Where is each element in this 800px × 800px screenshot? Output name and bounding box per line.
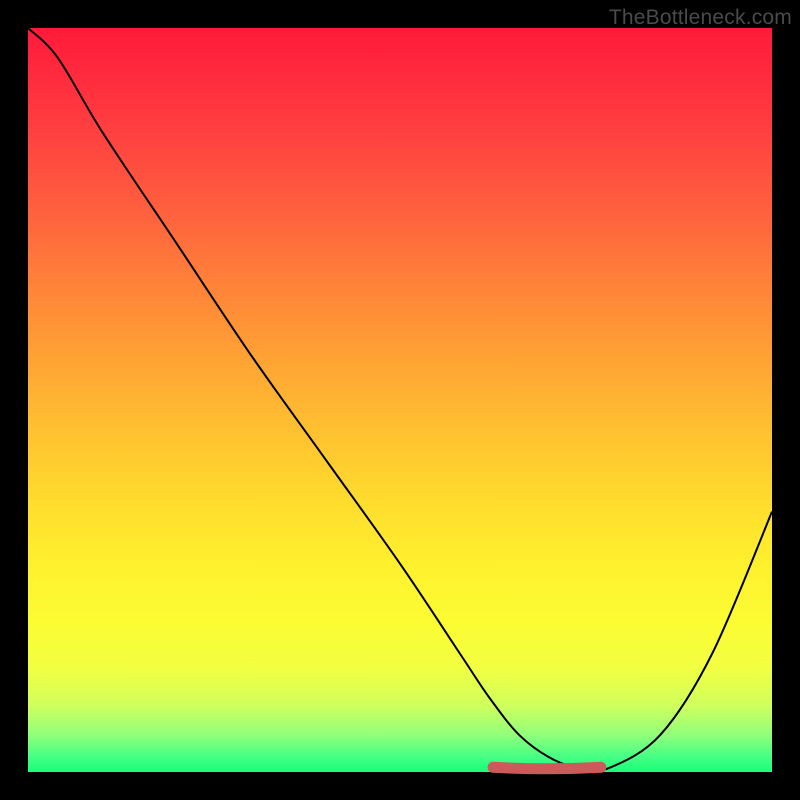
bottleneck-curve: [28, 28, 772, 771]
curve-svg: [28, 28, 772, 772]
sweet-spot-marker: [493, 767, 601, 769]
watermark-text: TheBottleneck.com: [609, 6, 792, 30]
chart-frame: TheBottleneck.com: [0, 0, 800, 800]
plot-area: [28, 28, 772, 772]
